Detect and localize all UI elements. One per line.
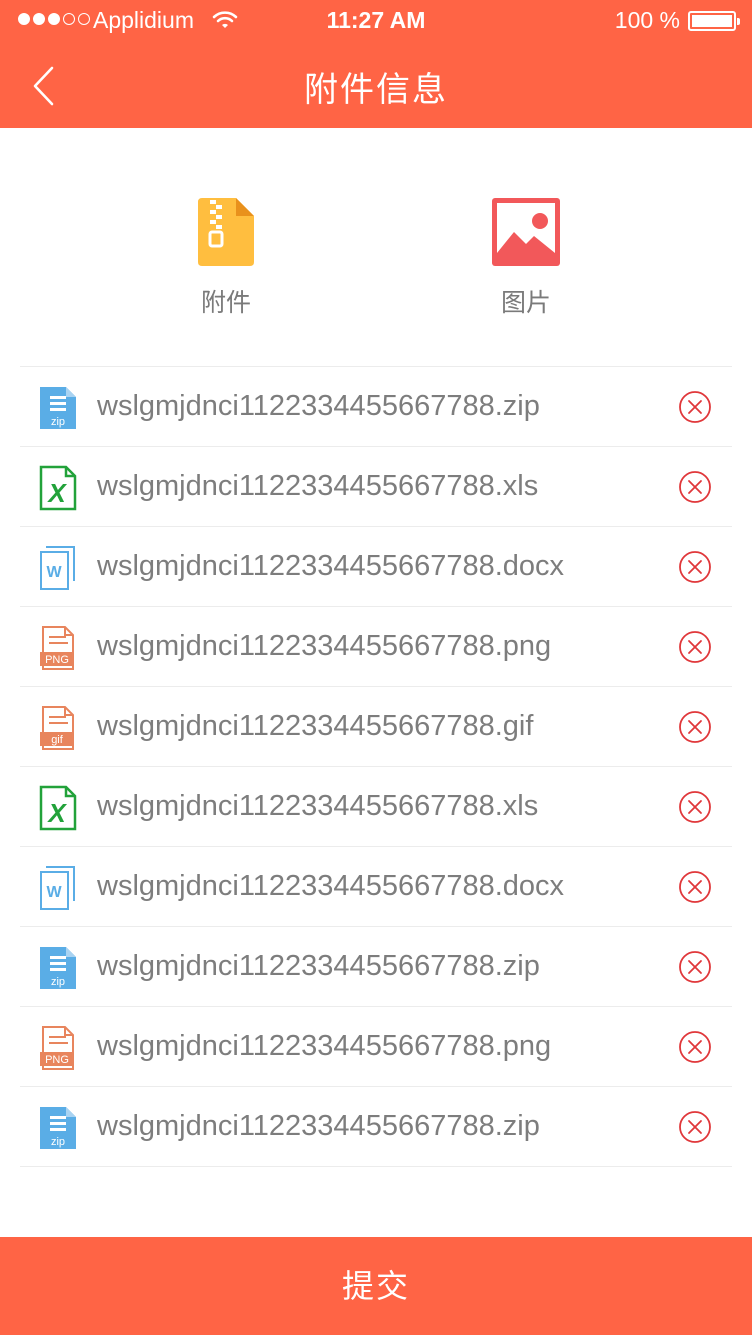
file-name: wslgmjdnci1122334455667788.png [97,630,552,662]
file-xls-icon: X [38,465,78,511]
file-name: wslgmjdnci1122334455667788.png [97,1030,552,1062]
circle-x-icon [679,391,711,423]
file-name: wslgmjdnci1122334455667788.gif [97,710,534,742]
circle-x-icon [679,1111,711,1143]
file-name: wslgmjdnci1122334455667788.docx [97,550,565,582]
file-row[interactable]: gif wslgmjdnci1122334455667788.gif [20,687,732,767]
file-row[interactable]: zip wslgmjdnci1122334455667788.zip [20,1087,732,1167]
battery-percentage: 100 % [614,7,680,33]
attachment-category-label: 附件 [200,289,251,317]
file-zip-icon: zip [38,945,78,991]
file-row[interactable]: Xwslgmjdnci1122334455667788.xls [20,767,732,847]
circle-x-icon [679,951,711,983]
file-name: wslgmjdnci1122334455667788.xls [97,470,539,502]
circle-x-icon [679,631,711,663]
delete-file-button[interactable] [678,390,712,424]
svg-text:X: X [46,478,67,508]
status-bar: Applidium 11:27 AM 100 % [0,0,752,42]
nav-bar: 附件信息 [0,42,752,128]
file-gif-icon: gif [38,705,78,751]
delete-file-button[interactable] [678,1030,712,1064]
svg-text:W: W [46,884,62,901]
header: Applidium 11:27 AM 100 % 附件信息 [0,0,752,128]
delete-file-button[interactable] [678,470,712,504]
delete-file-button[interactable] [678,550,712,584]
svg-text:W: W [46,564,62,581]
attachment-category-button[interactable]: 附件 [146,195,306,319]
battery-icon [688,11,740,31]
svg-text:zip: zip [51,976,65,988]
file-png-icon: PNG [38,625,78,671]
circle-x-icon [679,551,711,583]
zip-folder-icon [198,198,254,266]
submit-button[interactable]: 提交 [0,1237,752,1335]
file-name: wslgmjdnci1122334455667788.zip [97,950,540,982]
delete-file-button[interactable] [678,950,712,984]
file-row[interactable]: zip wslgmjdnci1122334455667788.zip [20,367,732,447]
file-row[interactable]: Xwslgmjdnci1122334455667788.xls [20,447,732,527]
file-zip-icon: zip [38,1105,78,1151]
svg-text:PNG: PNG [45,654,69,666]
file-row[interactable]: PNG wslgmjdnci1122334455667788.png [20,607,732,687]
file-xls-icon: X [38,785,78,831]
svg-text:gif: gif [51,734,64,746]
svg-text:zip: zip [51,416,65,428]
file-row[interactable]: Wwslgmjdnci1122334455667788.docx [20,527,732,607]
file-zip-icon: zip [38,385,78,431]
file-name: wslgmjdnci1122334455667788.xls [97,790,539,822]
page-title: 附件信息 [304,71,448,109]
svg-text:X: X [46,798,67,828]
file-png-icon: PNG [38,1025,78,1071]
file-name: wslgmjdnci1122334455667788.zip [97,390,540,422]
file-row[interactable]: PNG wslgmjdnci1122334455667788.png [20,1007,732,1087]
file-row[interactable]: Wwslgmjdnci1122334455667788.docx [20,847,732,927]
file-docx-icon: W [38,545,78,591]
delete-file-button[interactable] [678,630,712,664]
file-name: wslgmjdnci1122334455667788.zip [97,1110,540,1142]
circle-x-icon [679,791,711,823]
file-row[interactable]: zip wslgmjdnci1122334455667788.zip [20,927,732,1007]
svg-text:PNG: PNG [45,1054,69,1066]
delete-file-button[interactable] [678,710,712,744]
circle-x-icon [679,1031,711,1063]
image-icon [492,198,560,266]
circle-x-icon [679,471,711,503]
delete-file-button[interactable] [678,870,712,904]
file-docx-icon: W [38,865,78,911]
file-list: zip wslgmjdnci1122334455667788.zip Xwslgm… [20,366,732,1167]
svg-text:zip: zip [51,1136,65,1148]
circle-x-icon [679,711,711,743]
image-category-label: 图片 [500,289,551,317]
file-name: wslgmjdnci1122334455667788.docx [97,870,565,902]
delete-file-button[interactable] [678,1110,712,1144]
delete-file-button[interactable] [678,790,712,824]
image-category-button[interactable]: 图片 [446,195,606,319]
circle-x-icon [679,871,711,903]
